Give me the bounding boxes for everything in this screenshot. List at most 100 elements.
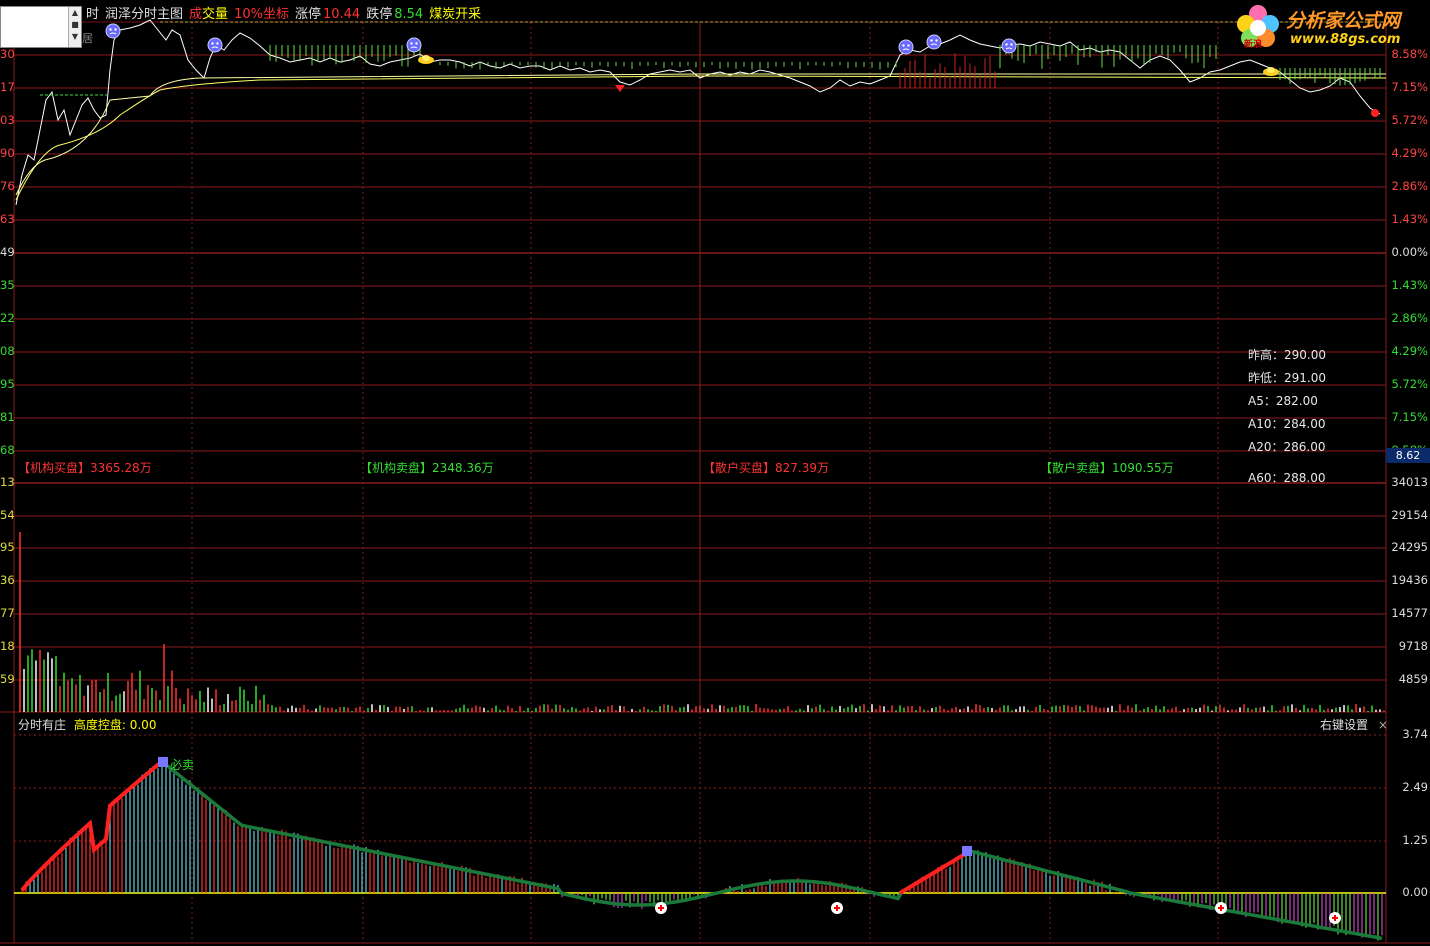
flow-stat-value: 1090.55万 [1112,461,1174,475]
close-icon[interactable]: × [1378,718,1388,732]
indicator-tick: 0.00 [1402,885,1428,899]
price-tick-left: 76 [0,179,14,193]
volume-label-a: 成 [189,7,203,22]
price-tick-right: 2.86% [1391,179,1428,193]
stock-intraday-window: ▲ ■ ▼ 居 时润泽分时主图 成交量 10%坐标 涨停 10.44 跌停 8.54 煤炭开采 新… [0,0,1430,946]
sector-name: 煤炭开采 [429,7,482,22]
face-signal-icon[interactable] [898,39,914,55]
price-tick-left: 08 [0,344,14,358]
info-label: 昨高 [1248,348,1273,362]
buy-signal-icon[interactable] [1215,902,1227,914]
volume-tick-left: 59 [0,672,14,686]
info-label: A5 [1248,394,1264,408]
gold-ingot-icon[interactable] [1263,67,1279,76]
limit-down-label: 跌停 [366,7,393,22]
indicator-tick: 1.25 [1402,833,1428,847]
buy-signal-icon[interactable] [655,902,667,914]
flow-stat: 【散户卖盘】1090.55万 [1040,459,1174,476]
sell-dot-icon [1371,109,1379,117]
right-click-settings[interactable]: 右键设置 × [1320,716,1388,733]
price-tick-right: 5.72% [1391,113,1428,127]
price-tick-right: 4.29% [1391,344,1428,358]
info-label: 昨低 [1248,371,1273,385]
flow-stat-label: 【散户卖盘】 [1040,461,1113,475]
volume-tick-right: 34013 [1391,475,1428,489]
info-value: 282.00 [1275,394,1318,408]
left-input-box[interactable]: ▲ ■ ▼ [0,6,82,48]
face-signal-icon[interactable] [207,37,223,53]
price-tick-right: 1.43% [1391,212,1428,226]
price-tick-left: 17 [0,80,14,94]
volume-tick-left: 54 [0,508,14,522]
flow-stat-label: 【机构买盘】 [18,461,91,475]
price-tick-left: 30 [0,47,14,61]
sell-signal-label: 必卖 [170,758,195,772]
volume-tick-left: 36 [0,573,14,587]
info-row: A20：286.00 [1248,440,1326,454]
face-signal-icon[interactable] [926,34,942,50]
spin-scrollbar[interactable]: ▲ ■ ▼ [68,7,81,47]
average-price-line [15,75,1387,201]
flow-stat-value: 827.39万 [775,461,830,475]
face-signal-icon[interactable] [1001,38,1017,54]
ma-info-panel: 昨高：290.00 昨低：291.00 A5：282.00 A10：284.00 A20… [1248,344,1326,490]
price-tick-left: 68 [0,443,14,457]
limit-up-label: 涨停 [294,7,321,22]
ma-line [15,73,1386,196]
volume-tick-right: 19436 [1391,573,1428,587]
info-value: 288.00 [1283,471,1326,485]
info-row: A10：284.00 [1248,417,1326,431]
volume-tick-left: 95 [0,540,14,554]
settings-label[interactable]: 右键设置 [1320,718,1368,732]
sell-marker-icon [962,846,972,856]
volume-label-b: 交量 [202,7,229,22]
logo-title[interactable]: 分析家公式网 [1286,6,1400,33]
info-label: A60 [1248,471,1272,485]
logo-url[interactable]: www.88gs.com [1290,32,1400,47]
buy-signal-icon[interactable] [1329,912,1341,924]
face-signal-icon[interactable] [105,23,121,39]
buy-signal-icon[interactable] [831,902,843,914]
price-tick-left: 81 [0,410,14,424]
info-value: 284.00 [1283,417,1326,431]
price-tick-left: 63 [0,212,14,226]
info-row: 昨高：290.00 [1248,348,1327,362]
volume-tick-left: 13 [0,475,14,489]
flow-stat: 【机构买盘】3365.28万 [18,459,152,476]
coord-label: 10%坐标 [234,7,289,22]
control-label: 高度控盘 [73,718,122,732]
price-tick-right: 5.72% [1391,377,1428,391]
info-value: 291.00 [1284,371,1327,385]
price-tick-left: 95 [0,377,14,391]
price-tick-right: 4.29% [1391,146,1428,160]
indicator-pane-title[interactable]: 分时有庄 [18,718,66,732]
volume-tick-right: 4859 [1398,672,1428,686]
flow-stat-label: 【机构卖盘】 [360,461,433,475]
volume-tick-left: 18 [0,639,14,653]
info-row: 昨低：291.00 [1248,371,1327,385]
indicator-title-bar: 时润泽分时主图 成交量 10%坐标 涨停 10.44 跌停 8.54 煤炭开采 [86,3,487,22]
control-value: 0.00 [129,718,157,732]
flow-stat-label: 【散户买盘】 [703,461,776,475]
indicator-pane-header: 分时有庄 高度控盘: 0.00 [18,718,157,732]
indicator-rising-line [20,760,164,892]
sell-marker-icon [158,757,168,767]
volume-tick-right: 29154 [1391,508,1428,522]
info-row: A60：288.00 [1248,471,1326,485]
volume-tick-right: 14577 [1391,606,1428,620]
flow-stat-value: 3365.28万 [90,461,152,475]
face-signal-icon[interactable] [406,37,422,53]
price-tick-right: 2.86% [1391,311,1428,325]
volume-tick-left: 77 [0,606,14,620]
price-tick-left: 22 [0,311,14,325]
header-prefix: 时 [86,7,100,22]
indicator-name[interactable]: 润泽分时主图 [105,7,183,22]
volume-tick-right: 9718 [1398,639,1428,653]
volume-tick-right: 24295 [1391,540,1428,554]
price-tick-right: 8.58% [1391,47,1428,61]
indicator-tick: 3.74 [1402,727,1428,741]
left-ctrl-label: 居 [82,32,93,45]
price-tick-right: 1.43% [1391,278,1428,292]
flow-stat: 【机构卖盘】2348.36万 [360,459,494,476]
price-tick-left: 90 [0,146,14,160]
